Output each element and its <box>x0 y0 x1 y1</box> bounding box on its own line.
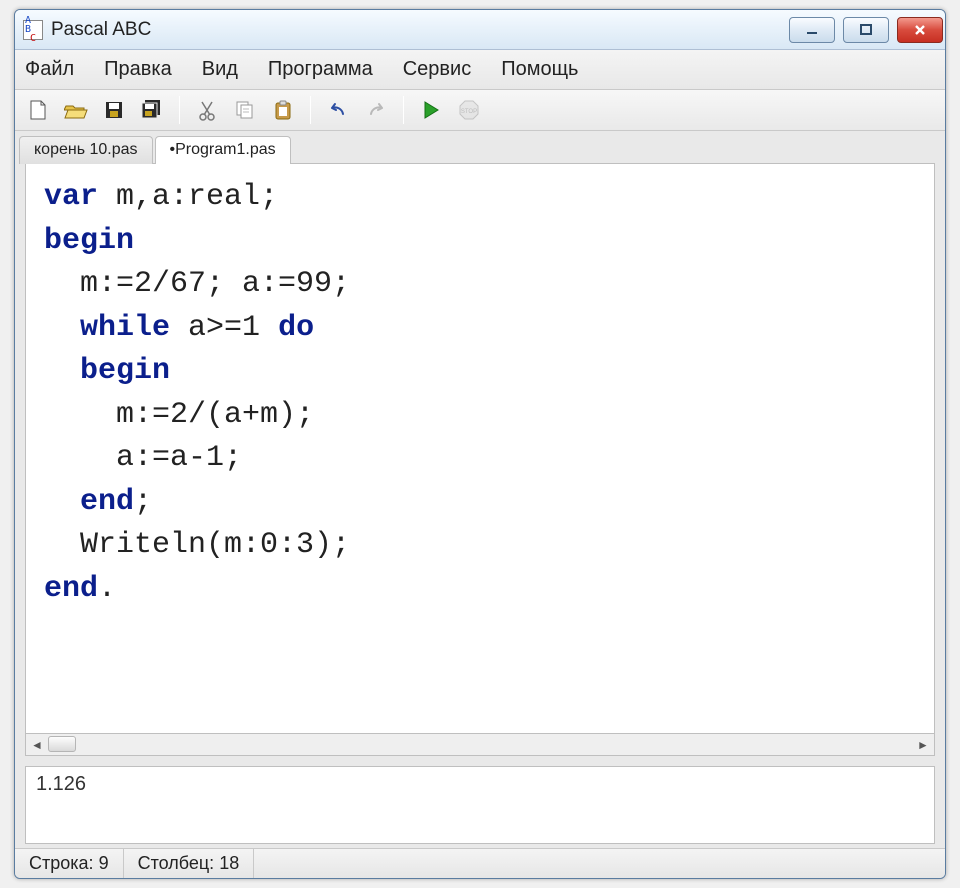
separator <box>310 96 311 124</box>
window-controls <box>789 17 943 43</box>
stop-button[interactable]: STOP <box>452 94 486 126</box>
code-text: m,a:real; <box>98 180 278 214</box>
code-editor[interactable]: var m,a:real; begin m:=2/67; a:=99; whil… <box>25 163 935 734</box>
scroll-right-button[interactable]: ► <box>912 735 934 755</box>
minimize-button[interactable] <box>789 17 835 43</box>
menubar: Файл Правка Вид Программа Сервис Помощь <box>15 50 945 90</box>
close-button[interactable] <box>897 17 943 43</box>
kw-while: while <box>80 311 170 345</box>
menu-view[interactable]: Вид <box>196 56 244 83</box>
copy-button[interactable] <box>228 94 262 126</box>
kw-end: end <box>80 485 134 519</box>
statusbar: Строка: 9 Столбец: 18 <box>15 848 945 878</box>
app-icon: A BC <box>23 20 43 40</box>
menu-edit[interactable]: Правка <box>98 56 178 83</box>
code-text: Writeln(m:0:3); <box>44 528 350 562</box>
folder-open-icon <box>64 100 88 120</box>
maximize-button[interactable] <box>843 17 889 43</box>
menu-service[interactable]: Сервис <box>397 56 478 83</box>
save-all-button[interactable] <box>135 94 169 126</box>
undo-button[interactable] <box>321 94 355 126</box>
window-title: Pascal ABC <box>51 19 151 41</box>
horizontal-scrollbar[interactable]: ◄ ► <box>25 734 935 756</box>
titlebar[interactable]: A BC Pascal ABC <box>15 10 945 50</box>
status-col-label: Столбец: <box>138 853 215 874</box>
code-text <box>44 311 80 345</box>
output-text: 1.126 <box>36 773 86 795</box>
kw-end: end <box>44 572 98 606</box>
save-button[interactable] <box>97 94 131 126</box>
toolbar: STOP <box>15 90 945 131</box>
open-button[interactable] <box>59 94 93 126</box>
editor-area: var m,a:real; begin m:=2/67; a:=99; whil… <box>15 163 945 760</box>
kw-begin: begin <box>44 224 134 258</box>
run-button[interactable] <box>414 94 448 126</box>
maximize-icon <box>859 23 873 37</box>
status-row-label: Строка: <box>29 853 94 874</box>
tabbar: корень 10.pas •Program1.pas <box>15 131 945 163</box>
code-text: ; <box>134 485 152 519</box>
menu-help[interactable]: Помощь <box>495 56 584 83</box>
menu-program[interactable]: Программа <box>262 56 379 83</box>
code-text: . <box>98 572 116 606</box>
redo-icon <box>365 102 387 118</box>
stop-icon: STOP <box>458 99 480 121</box>
copy-icon <box>234 99 256 121</box>
code-text: m:=2/(a+m); <box>44 398 314 432</box>
new-file-icon <box>28 99 48 121</box>
close-icon <box>913 23 927 37</box>
svg-text:STOP: STOP <box>461 109 477 115</box>
play-icon <box>422 100 440 120</box>
code-text <box>44 485 80 519</box>
minimize-icon <box>805 23 819 37</box>
kw-var: var <box>44 180 98 214</box>
scroll-thumb[interactable] <box>48 736 76 752</box>
scissors-icon <box>197 99 217 121</box>
status-col-value: 18 <box>219 853 239 874</box>
output-panel[interactable]: 1.126 <box>25 766 935 844</box>
tab-file-0[interactable]: корень 10.pas <box>19 136 153 164</box>
clipboard-icon <box>273 99 293 121</box>
scroll-left-button[interactable]: ◄ <box>26 735 48 755</box>
status-row-value: 9 <box>99 853 109 874</box>
separator <box>403 96 404 124</box>
scroll-track[interactable] <box>48 734 912 755</box>
save-icon <box>104 100 124 120</box>
code-text: m:=2/67; a:=99; <box>44 267 350 301</box>
save-all-icon <box>140 99 164 121</box>
menu-file[interactable]: Файл <box>19 56 80 83</box>
cut-button[interactable] <box>190 94 224 126</box>
kw-do: do <box>278 311 314 345</box>
code-text: a>=1 <box>170 311 278 345</box>
code-text: a:=a-1; <box>44 441 242 475</box>
status-col: Столбец: 18 <box>124 849 255 878</box>
status-row: Строка: 9 <box>15 849 124 878</box>
undo-icon <box>327 102 349 118</box>
redo-button[interactable] <box>359 94 393 126</box>
kw-begin: begin <box>80 354 170 388</box>
paste-button[interactable] <box>266 94 300 126</box>
app-window: A BC Pascal ABC Файл Правка Вид Программ… <box>14 9 946 879</box>
new-file-button[interactable] <box>21 94 55 126</box>
tab-file-1[interactable]: •Program1.pas <box>155 136 291 164</box>
code-text <box>44 354 80 388</box>
separator <box>179 96 180 124</box>
